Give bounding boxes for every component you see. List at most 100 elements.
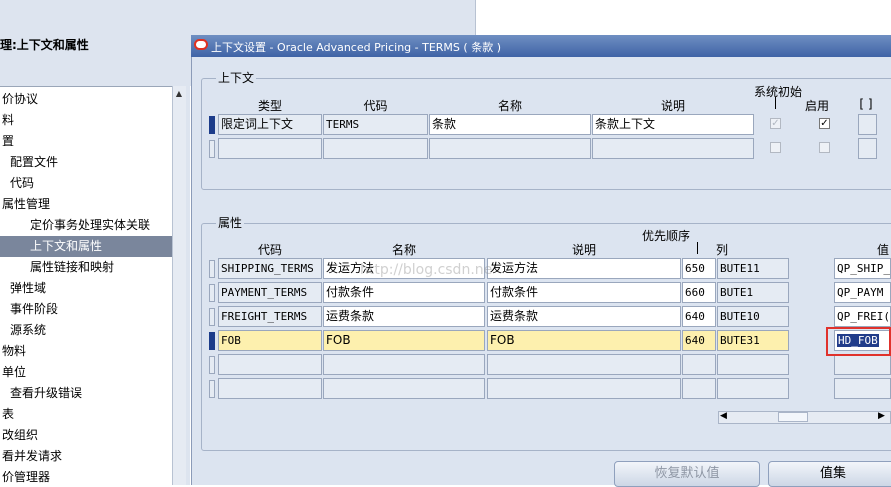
attr-code-field[interactable]: FREIGHT_TERMS: [218, 306, 322, 327]
attr-column-field[interactable]: BUTE31: [717, 330, 789, 351]
attr-column-field[interactable]: BUTE10: [717, 306, 789, 327]
scroll-thumb[interactable]: [778, 412, 808, 422]
window-title: 上下文设置 - Oracle Advanced Pricing - TERMS …: [211, 41, 501, 54]
navigator-item[interactable]: 看并发请求: [0, 446, 172, 467]
navigator-item[interactable]: 改组织: [0, 425, 172, 446]
attr-value-field[interactable]: QP_FREI(: [834, 306, 891, 327]
navigator-item[interactable]: 属性管理: [0, 194, 172, 215]
navigator-item[interactable]: 单位: [0, 362, 172, 383]
navigator-list: 价协议料置配置文件 代码 属性管理 定价事务处理实体关联 上下文和属性 属性链接和映射 弹性…: [0, 86, 172, 485]
context-type-field-empty[interactable]: [218, 138, 322, 159]
attr-header-column: 列: [716, 243, 729, 257]
row-indicator[interactable]: [209, 260, 215, 278]
context-code-field-empty[interactable]: [323, 138, 428, 159]
navigator-title: 理:上下文和属性: [0, 38, 89, 52]
enabled-checkbox[interactable]: ✓: [819, 118, 830, 129]
navigator-item[interactable]: 置: [0, 131, 172, 152]
scroll-right-icon[interactable]: ▶: [878, 411, 885, 421]
context-header-bracket: [ ]: [859, 97, 873, 111]
attr-header-priority: 优先顺序: [641, 229, 690, 243]
navigator-item[interactable]: 定价事务处理实体关联: [0, 215, 172, 236]
column-divider: [775, 97, 779, 109]
navigator-item[interactable]: 属性链接和映射: [0, 257, 172, 278]
restore-defaults-button[interactable]: 恢复默认值: [614, 461, 760, 487]
watermark: http://blog.csdn.ne: [360, 262, 493, 278]
navigator-item[interactable]: 事件阶段: [0, 299, 172, 320]
attr-header-name: 名称: [391, 243, 416, 257]
navigator-item[interactable]: 弹性域: [0, 278, 172, 299]
attr-description-field-empty[interactable]: [487, 354, 681, 375]
context-name-field[interactable]: 条款: [429, 114, 591, 135]
attr-priority-field[interactable]: 640: [682, 306, 716, 327]
current-row-indicator[interactable]: [209, 332, 215, 350]
context-flex-field-empty[interactable]: [858, 138, 877, 159]
enabled-checkbox-empty[interactable]: [819, 142, 830, 153]
context-name-field-empty[interactable]: [429, 138, 591, 159]
attr-name-field[interactable]: FOB: [323, 330, 485, 351]
attr-code-field[interactable]: PAYMENT_TERMS: [218, 282, 322, 303]
attr-column-field-empty[interactable]: [717, 354, 789, 375]
context-flex-field[interactable]: [858, 114, 877, 135]
attr-name-field[interactable]: 付款条件: [323, 282, 485, 303]
navigator-item[interactable]: 表: [0, 404, 172, 425]
row-indicator[interactable]: [209, 284, 215, 302]
attr-value-field[interactable]: QP_SHIP_: [834, 258, 891, 279]
attr-description-field[interactable]: 付款条件: [487, 282, 681, 303]
attr-code-field[interactable]: SHIPPING_TERMS: [218, 258, 322, 279]
attr-column-field[interactable]: BUTE11: [717, 258, 789, 279]
oracle-logo-icon: [194, 39, 208, 50]
column-divider: [697, 242, 698, 254]
navigator-item[interactable]: 源系统: [0, 320, 172, 341]
current-row-indicator[interactable]: [209, 116, 215, 134]
context-header-code: 代码: [363, 99, 388, 113]
attr-description-field[interactable]: 运费条款: [487, 306, 681, 327]
navigator-item[interactable]: 上下文和属性: [0, 236, 172, 257]
attr-code-field-empty[interactable]: [218, 354, 322, 375]
navigator-item[interactable]: 代码: [0, 173, 172, 194]
context-type-field[interactable]: 限定词上下文: [218, 114, 322, 135]
context-header-enabled: 启用: [804, 99, 829, 113]
navigator-item[interactable]: 价管理器: [0, 467, 172, 485]
attr-column-field[interactable]: BUTE1: [717, 282, 789, 303]
context-description-field[interactable]: 条款上下文: [592, 114, 754, 135]
value-set-button[interactable]: 值集: [768, 461, 891, 487]
navigator-item[interactable]: 查看升级错误: [0, 383, 172, 404]
attr-description-field-empty[interactable]: [487, 378, 681, 399]
context-description-field-empty[interactable]: [592, 138, 754, 159]
navigator-item[interactable]: 料: [0, 110, 172, 131]
row-indicator[interactable]: [209, 140, 215, 158]
system-init-checkbox-empty[interactable]: [770, 142, 781, 153]
attr-priority-field-empty[interactable]: [682, 354, 716, 375]
attr-value-field[interactable]: QP_PAYM: [834, 282, 891, 303]
attr-value-field-empty[interactable]: [834, 378, 891, 399]
attr-value-field-empty[interactable]: [834, 354, 891, 375]
attr-description-field[interactable]: FOB: [487, 330, 681, 351]
scroll-left-icon[interactable]: ◀: [720, 411, 727, 421]
attr-header-code: 代码: [257, 243, 282, 257]
navigator-item[interactable]: 物料: [0, 341, 172, 362]
row-indicator[interactable]: [209, 380, 215, 398]
navigator-scrollbar[interactable]: [172, 86, 186, 485]
context-group-label: 上下文: [216, 69, 257, 86]
attr-code-field[interactable]: FOB: [218, 330, 322, 351]
context-code-field[interactable]: TERMS: [323, 114, 428, 135]
row-indicator[interactable]: [209, 356, 215, 374]
attr-description-field[interactable]: 发运方法: [487, 258, 681, 279]
row-indicator[interactable]: [209, 308, 215, 326]
attr-column-field-empty[interactable]: [717, 378, 789, 399]
attr-name-field-empty[interactable]: [323, 354, 485, 375]
attr-name-field[interactable]: 运费条款: [323, 306, 485, 327]
navigator-item[interactable]: 配置文件: [0, 152, 172, 173]
attr-priority-field[interactable]: 650: [682, 258, 716, 279]
attr-priority-field-empty[interactable]: [682, 378, 716, 399]
attributes-group-label: 属性: [216, 214, 245, 231]
context-header-type: 类型: [257, 99, 282, 113]
system-init-checkbox[interactable]: ✓: [770, 118, 781, 129]
attr-name-field-empty[interactable]: [323, 378, 485, 399]
attr-code-field-empty[interactable]: [218, 378, 322, 399]
attr-priority-field[interactable]: 660: [682, 282, 716, 303]
attr-priority-field[interactable]: 640: [682, 330, 716, 351]
navigator-item[interactable]: 价协议: [0, 89, 172, 110]
scroll-up-icon[interactable]: ▲: [173, 87, 185, 101]
window-title-bar[interactable]: 上下文设置 - Oracle Advanced Pricing - TERMS …: [191, 35, 891, 57]
